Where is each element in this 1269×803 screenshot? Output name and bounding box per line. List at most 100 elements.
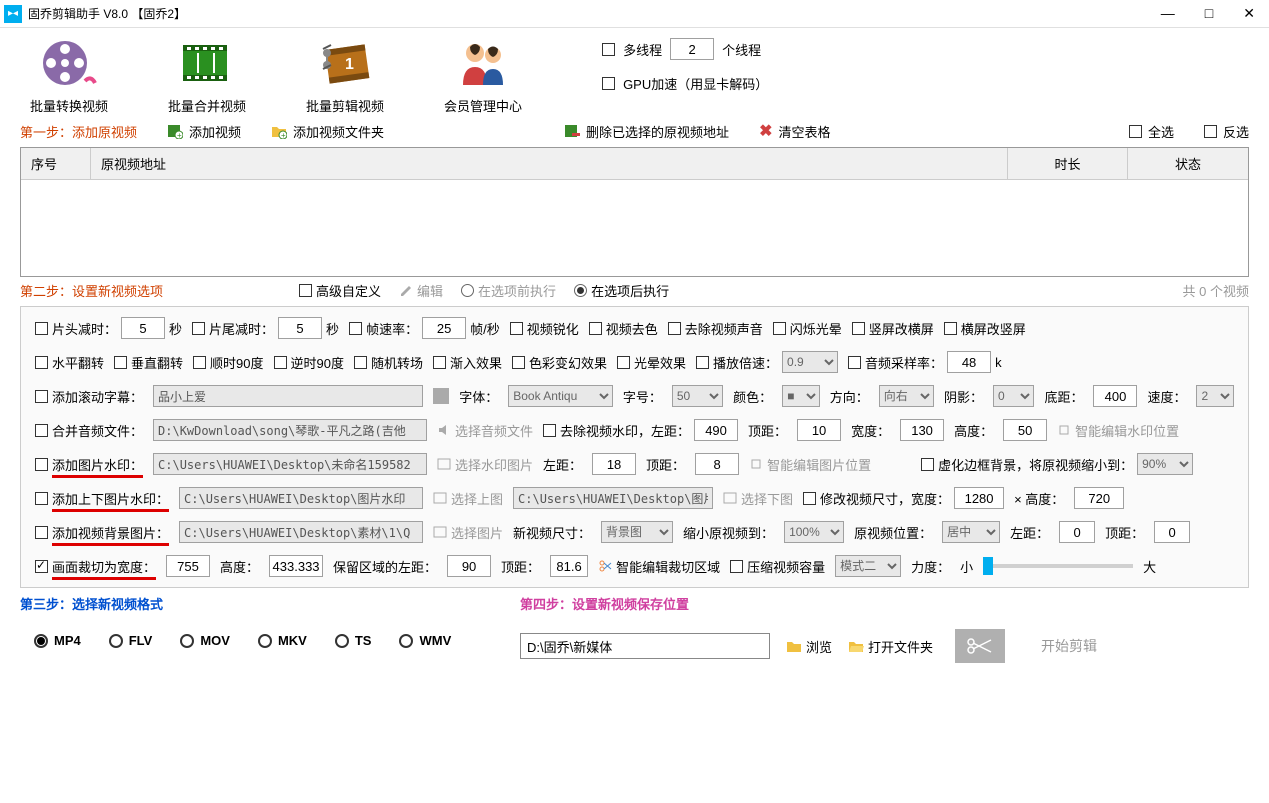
scroll-text-checkbox[interactable] <box>35 390 48 403</box>
remove-wm-checkbox[interactable] <box>543 424 556 437</box>
baseline-input[interactable] <box>1093 385 1137 407</box>
multithread-input[interactable] <box>670 38 714 60</box>
browse-button[interactable]: 浏览 <box>786 637 832 656</box>
h2v-checkbox[interactable] <box>944 322 957 335</box>
select-audio-button[interactable]: 选择音频文件 <box>437 421 533 440</box>
speed-select[interactable]: 0.9 <box>782 351 838 373</box>
after-radio[interactable] <box>574 284 587 297</box>
audio-sr-checkbox[interactable] <box>848 356 861 369</box>
head-cut-input[interactable] <box>121 317 165 339</box>
shrink-select[interactable]: 100% <box>784 521 844 543</box>
gpu-checkbox[interactable] <box>602 77 615 90</box>
bg-img-input[interactable] <box>179 521 423 543</box>
iw-top-input[interactable] <box>695 453 739 475</box>
tail-cut-input[interactable] <box>278 317 322 339</box>
batch-convert-button[interactable]: 批量转换视频 <box>30 38 108 115</box>
scroll-speed-select[interactable]: 2 <box>1196 385 1234 407</box>
advanced-checkbox[interactable] <box>299 284 312 297</box>
wm-h-input[interactable] <box>1003 419 1047 441</box>
smart-crop-button[interactable]: 智能编辑裁切区域 <box>598 557 720 576</box>
clear-table-button[interactable]: ✖ 清空表格 <box>759 121 830 141</box>
strength-slider[interactable] <box>983 564 1133 568</box>
sel-top-button[interactable]: 选择上图 <box>433 489 503 508</box>
wm-left-input[interactable] <box>694 419 738 441</box>
compress-mode-select[interactable]: 模式二 <box>835 555 901 577</box>
scroll-text-input[interactable] <box>153 385 423 407</box>
format-flv[interactable]: FLV <box>109 633 153 648</box>
tb-wm-checkbox[interactable] <box>35 492 48 505</box>
v2h-checkbox[interactable] <box>852 322 865 335</box>
crop-left-input[interactable] <box>447 555 491 577</box>
format-mp4[interactable]: MP4 <box>34 633 81 648</box>
select-all-button[interactable]: 全选 <box>1129 122 1174 141</box>
rand-trans-checkbox[interactable] <box>354 356 367 369</box>
sel-wm-img-button[interactable]: 选择水印图片 <box>437 455 533 474</box>
audio-sr-input[interactable] <box>947 351 991 373</box>
close-button[interactable]: ✕ <box>1243 5 1255 22</box>
batch-edit-button[interactable]: 1 批量剪辑视频 <box>306 38 384 115</box>
pos-top-input[interactable] <box>1154 521 1190 543</box>
resize-checkbox[interactable] <box>803 492 816 505</box>
direction-select[interactable]: 向右 <box>879 385 934 407</box>
maximize-button[interactable]: □ <box>1205 5 1213 22</box>
smart-img-button[interactable]: 智能编辑图片位置 <box>749 455 871 474</box>
edit-button[interactable]: 编辑 <box>399 281 443 300</box>
add-video-button[interactable]: + 添加视频 <box>167 122 241 141</box>
batch-merge-button[interactable]: 批量合并视频 <box>168 38 246 115</box>
invert-select-button[interactable]: 反选 <box>1204 122 1249 141</box>
cw90-checkbox[interactable] <box>193 356 206 369</box>
img-wm-checkbox[interactable] <box>35 458 48 471</box>
crop-checkbox[interactable] <box>35 560 48 573</box>
format-mkv[interactable]: MKV <box>258 633 307 648</box>
mute-checkbox[interactable] <box>668 322 681 335</box>
merge-audio-checkbox[interactable] <box>35 424 48 437</box>
delete-selected-button[interactable]: 删除已选择的原视频地址 <box>564 122 729 141</box>
glow-checkbox[interactable] <box>617 356 630 369</box>
head-cut-checkbox[interactable] <box>35 322 48 335</box>
crop-w-input[interactable] <box>166 555 210 577</box>
font-color-select[interactable]: ■ <box>782 385 820 407</box>
format-ts[interactable]: TS <box>335 633 372 648</box>
font-select[interactable]: Book Antiqu <box>508 385 613 407</box>
smart-wm-button[interactable]: 智能编辑水印位置 <box>1057 421 1179 440</box>
start-button-icon[interactable] <box>955 629 1005 663</box>
tail-cut-checkbox[interactable] <box>192 322 205 335</box>
merge-audio-input[interactable] <box>153 419 427 441</box>
desat-checkbox[interactable] <box>589 322 602 335</box>
sharpen-checkbox[interactable] <box>510 322 523 335</box>
blur-pct-select[interactable]: 90% <box>1137 453 1193 475</box>
colorfx-checkbox[interactable] <box>512 356 525 369</box>
format-mov[interactable]: MOV <box>180 633 230 648</box>
wm-top-input[interactable] <box>797 419 841 441</box>
vflip-checkbox[interactable] <box>114 356 127 369</box>
ccw90-checkbox[interactable] <box>274 356 287 369</box>
iw-left-input[interactable] <box>592 453 636 475</box>
blur-border-checkbox[interactable] <box>921 458 934 471</box>
crop-h-input[interactable] <box>269 555 323 577</box>
font-size-select[interactable]: 50 <box>672 385 723 407</box>
multithread-checkbox[interactable] <box>602 43 615 56</box>
fps-input[interactable] <box>422 317 466 339</box>
bg-img-checkbox[interactable] <box>35 526 48 539</box>
resize-w-input[interactable] <box>954 487 1004 509</box>
new-size-select[interactable]: 背景图 <box>601 521 673 543</box>
shadow-select[interactable]: 0 <box>993 385 1034 407</box>
resize-h-input[interactable] <box>1074 487 1124 509</box>
hflip-checkbox[interactable] <box>35 356 48 369</box>
member-center-button[interactable]: 会员管理中心 <box>444 38 522 115</box>
tb-wm-input[interactable] <box>179 487 423 509</box>
add-folder-button[interactable]: + 添加视频文件夹 <box>271 122 384 141</box>
fps-checkbox[interactable] <box>349 322 362 335</box>
sel-bot-button[interactable]: 选择下图 <box>723 489 793 508</box>
crop-top-input[interactable] <box>550 555 588 577</box>
fade-checkbox[interactable] <box>433 356 446 369</box>
open-folder-button[interactable]: 打开文件夹 <box>848 637 933 656</box>
pos-left-input[interactable] <box>1059 521 1095 543</box>
flash-checkbox[interactable] <box>773 322 786 335</box>
minimize-button[interactable]: — <box>1161 5 1175 22</box>
orig-pos-select[interactable]: 居中 <box>942 521 1000 543</box>
save-path-input[interactable] <box>520 633 770 659</box>
format-wmv[interactable]: WMV <box>399 633 451 648</box>
sel-img-button[interactable]: 选择图片 <box>433 523 503 542</box>
tb-wm-input2[interactable] <box>513 487 713 509</box>
